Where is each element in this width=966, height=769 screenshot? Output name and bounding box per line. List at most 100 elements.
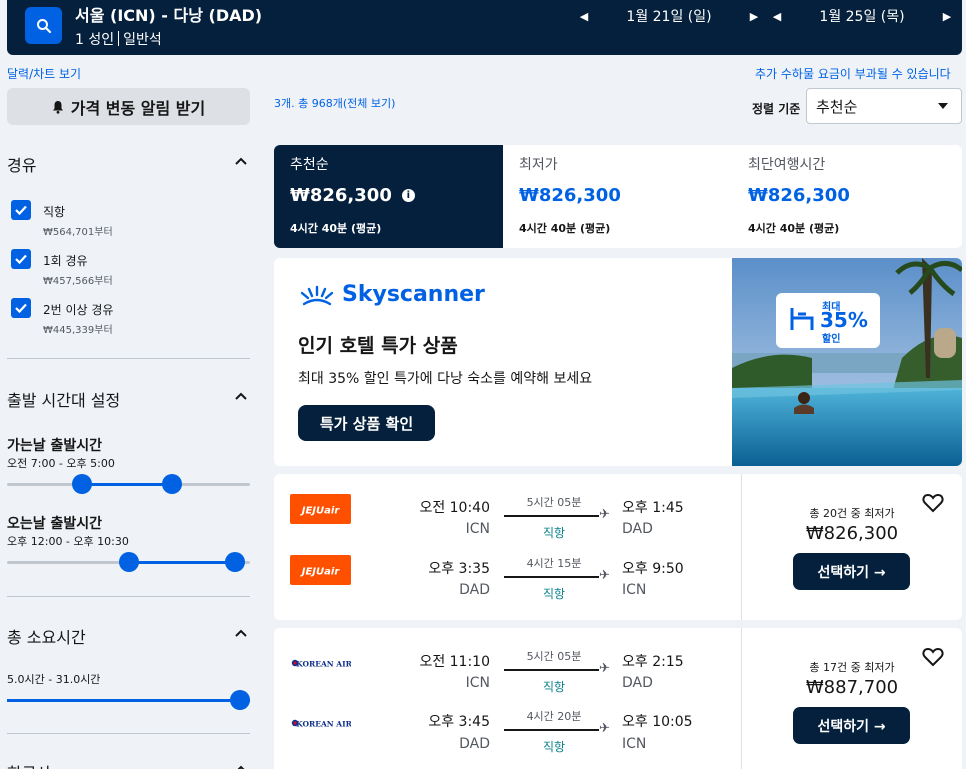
return-time-slider[interactable] — [7, 552, 250, 572]
stops-filter-title[interactable]: 경유 — [7, 152, 36, 176]
tab-duration: 4시간 40분 (평균) — [519, 222, 611, 235]
divider — [7, 358, 250, 359]
return-depart-code: DAD — [459, 736, 490, 752]
outbound-duration: 5시간 05분 — [526, 496, 582, 509]
tab-price: ₩826,300 — [519, 185, 621, 206]
route-title[interactable]: 서울 (ICN) - 다낭 (DAD) — [75, 2, 262, 26]
korean-air-logo: KOREAN AIR — [291, 720, 351, 729]
tab-price: ₩826,300 — [748, 185, 850, 206]
cabin-class: 일반석 — [123, 32, 162, 48]
two-plus-stops-checkbox[interactable] — [11, 298, 31, 318]
passenger-cabin-summary[interactable]: 1 성인 일반석 — [75, 29, 162, 49]
info-icon[interactable]: i — [401, 189, 415, 202]
return-depart-code: DAD — [459, 582, 490, 598]
chevron-up-icon[interactable] — [234, 156, 248, 166]
slider-fill — [82, 483, 173, 486]
tab-duration: 4시간 40분 (평균) — [290, 222, 382, 235]
two-plus-stops-label: 2번 이상 경유 — [43, 303, 114, 317]
plane-icon: ✈ — [599, 507, 610, 522]
outbound-arrive-time: 오후 1:45 — [622, 500, 684, 516]
slider-handle-max[interactable] — [230, 690, 250, 710]
depart-date[interactable]: 1월 21일 (일) — [591, 6, 747, 26]
return-arrive-code: ICN — [622, 736, 647, 752]
prev-return-date-arrow-icon[interactable]: ◀ — [770, 10, 784, 23]
outbound-depart-time: 오전 11:10 — [419, 654, 490, 670]
brand-name: Skyscanner — [342, 282, 485, 307]
direct-price: ₩564,701부터 — [43, 227, 113, 238]
bell-icon — [52, 100, 63, 114]
tab-label: 최단여행시간 — [748, 157, 826, 173]
slider-handle-min[interactable] — [72, 474, 93, 494]
departure-times-filter-title[interactable]: 출발 시간대 설정 — [7, 387, 120, 411]
outbound-arrive-code: DAD — [622, 675, 653, 691]
promo-button[interactable]: 특가 상품 확인 — [298, 405, 435, 441]
outbound-time-slider[interactable] — [7, 474, 250, 494]
depart-date-selector: ◀ 1월 21일 (일) ▶ — [577, 6, 761, 26]
select-flight-button[interactable]: 선택하기 → — [793, 553, 910, 590]
sort-value: 추천순 — [816, 98, 858, 116]
return-time-range: 오후 12:00 - 오후 10:30 — [7, 535, 129, 548]
flight-card[interactable]: JEJUair JEJUair 오전 10:40 ICN 5시간 05분 ✈ 직… — [274, 474, 962, 620]
outbound-depart-code: ICN — [465, 521, 490, 537]
tab-best[interactable]: 추천순 ₩826,300 i 4시간 40분 (평균) — [274, 145, 503, 248]
return-stops: 직항 — [542, 740, 566, 754]
flight-price: ₩826,300 — [805, 523, 899, 544]
divider — [7, 596, 250, 597]
hotel-promo-banner: Skyscanner 인기 호텔 특가 상품 최대 35% 할인 특가에 다낭 … — [274, 258, 962, 466]
tab-label: 추천순 — [290, 157, 329, 173]
chevron-up-icon[interactable] — [234, 764, 248, 769]
search-icon — [36, 18, 51, 33]
baggage-fee-link[interactable]: 추가 수하물 요금이 부과될 수 있습니다 — [755, 65, 951, 82]
outbound-time-label: 가는날 출발시간 — [7, 438, 103, 454]
price-alert-label: 가격 변동 알림 받기 — [70, 98, 206, 118]
slider-handle-max[interactable] — [162, 474, 183, 494]
divider — [741, 628, 742, 769]
search-button[interactable] — [25, 7, 62, 44]
divider — [7, 733, 250, 734]
slider-handle-max[interactable] — [225, 552, 246, 572]
prev-depart-date-arrow-icon[interactable]: ◀ — [577, 10, 591, 23]
return-arrive-code: ICN — [622, 582, 647, 598]
price-alert-button[interactable]: 가격 변동 알림 받기 — [7, 88, 250, 125]
outbound-depart-time: 오전 10:40 — [419, 500, 490, 516]
flight-price: ₩887,700 — [805, 677, 899, 698]
tab-price: ₩826,300 — [290, 185, 392, 206]
airline-name: JEJUair — [300, 567, 341, 578]
tab-cheapest[interactable]: 최저가 ₩826,300 4시간 40분 (평균) — [503, 145, 732, 248]
flight-line — [504, 669, 599, 671]
duration-filter-title[interactable]: 총 소요시간 — [7, 624, 86, 648]
check-icon — [15, 205, 27, 216]
one-stop-checkbox[interactable] — [11, 249, 31, 269]
return-time-label: 오는날 출발시간 — [7, 516, 103, 532]
duration-slider[interactable] — [7, 690, 250, 710]
sort-tabs: 추천순 ₩826,300 i 4시간 40분 (평균) 최저가 ₩826,300 … — [274, 145, 962, 248]
sort-select[interactable]: 추천순 — [806, 88, 962, 124]
plane-icon: ✈ — [599, 568, 610, 583]
outbound-stops: 직항 — [542, 680, 566, 694]
tab-fastest[interactable]: 최단여행시간 ₩826,300 4시간 40분 (평균) — [732, 145, 961, 248]
outbound-arrive-code: DAD — [622, 521, 653, 537]
return-date[interactable]: 1월 25일 (목) — [784, 6, 940, 26]
direct-checkbox[interactable] — [11, 200, 31, 220]
return-duration: 4시간 15분 — [526, 557, 582, 570]
chevron-up-icon[interactable] — [234, 391, 248, 401]
next-return-date-arrow-icon[interactable]: ▶ — [940, 10, 954, 23]
return-arrive-time: 오후 10:05 — [622, 714, 693, 730]
slider-handle-min[interactable] — [118, 552, 139, 572]
tab-duration: 4시간 40분 (평균) — [748, 222, 840, 235]
next-depart-date-arrow-icon[interactable]: ▶ — [747, 10, 761, 23]
jejuair-logo: JEJUair — [290, 494, 351, 524]
one-stop-label: 1회 경유 — [43, 254, 88, 268]
return-arrive-time: 오후 9:50 — [622, 561, 684, 577]
skyscanner-logo: Skyscanner — [298, 282, 485, 307]
check-icon — [15, 303, 27, 314]
select-flight-button[interactable]: 선택하기 → — [793, 707, 910, 744]
airlines-filter-title[interactable]: 항공사 — [7, 760, 51, 769]
calendar-chart-link[interactable]: 달력/차트 보기 — [7, 65, 81, 82]
one-stop-price: ₩457,566부터 — [43, 276, 113, 287]
chevron-up-icon[interactable] — [234, 628, 248, 638]
flight-card[interactable]: KOREAN AIR KOREAN AIR 오전 11:10 ICN 5시간 0… — [274, 628, 962, 769]
direct-label: 직항 — [43, 205, 66, 219]
outbound-stops: 직항 — [542, 526, 566, 540]
results-count-link[interactable]: 3개. 총 968개(전체 보기) — [274, 95, 395, 111]
